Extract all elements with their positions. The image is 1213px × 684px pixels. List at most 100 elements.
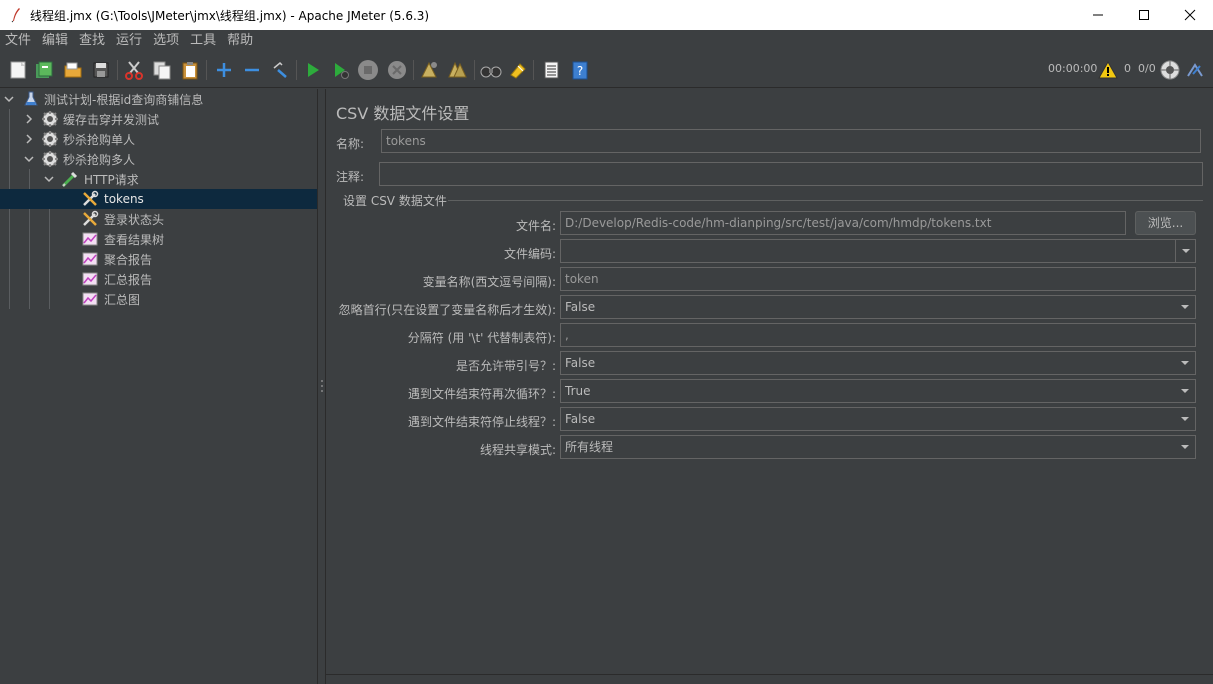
start-no-pauses-icon[interactable] — [330, 59, 352, 81]
tree-node-label: 缓存击穿并发测试 — [63, 112, 160, 127]
ignore-first-line-value: False — [565, 300, 596, 314]
copy-icon[interactable] — [151, 59, 173, 81]
search-icon[interactable] — [480, 59, 502, 81]
expand-all-icon[interactable] — [213, 59, 235, 81]
warning-icon[interactable] — [1097, 59, 1119, 81]
tree-node-csv-data-set[interactable]: tokens — [0, 189, 317, 209]
chevron-down-icon[interactable] — [1175, 352, 1195, 374]
tree-node-thread-group[interactable]: 秒杀抢购多人 — [0, 149, 317, 169]
drag-handle-icon — [321, 379, 323, 393]
elapsed-time: 00:00:00 — [1048, 62, 1098, 75]
cut-icon[interactable] — [123, 59, 145, 81]
ignore-first-line-select[interactable]: False — [560, 295, 1196, 319]
error-count: 0 — [1124, 62, 1131, 75]
test-plan-tree: 测试计划-根据id查询商铺信息 缓存击穿并发测试 秒杀抢购单人 秒杀抢购多人 H… — [0, 89, 317, 684]
csv-data-set-config-panel: CSV 数据文件设置 名称: tokens 注释: 设置 CSV 数据文件 文件… — [326, 89, 1213, 684]
test-plan-flask-icon — [22, 90, 40, 108]
title-bar: 线程组.jmx (G:\Tools\JMeter\jmx\线程组.jmx) - … — [0, 0, 1213, 30]
tree-node-label: 汇总报告 — [104, 272, 153, 287]
menu-tools[interactable]: 工具 — [185, 30, 222, 52]
tree-node-label: 登录状态头 — [104, 212, 165, 227]
chevron-down-icon[interactable] — [1175, 380, 1195, 402]
browse-button[interactable]: 浏览... — [1135, 211, 1196, 235]
sharing-mode-select[interactable]: 所有线程 — [560, 435, 1196, 459]
minimize-icon — [1093, 14, 1103, 16]
remote-status-icon — [1159, 59, 1181, 81]
tree-node-listener[interactable]: 汇总图 — [0, 289, 317, 309]
chevron-down-icon[interactable] — [3, 93, 15, 105]
sampler-pipette-icon — [61, 170, 79, 188]
split-pane-divider[interactable] — [317, 89, 326, 684]
encoding-combobox[interactable] — [560, 239, 1196, 263]
menu-run[interactable]: 运行 — [111, 30, 148, 52]
save-icon[interactable] — [90, 59, 112, 81]
close-button[interactable] — [1167, 0, 1213, 30]
tree-node-thread-group[interactable]: 秒杀抢购单人 — [0, 129, 317, 149]
comment-field[interactable] — [379, 162, 1203, 186]
recycle-eof-select[interactable]: True — [560, 379, 1196, 403]
menu-file[interactable]: 文件 — [0, 30, 37, 52]
start-icon[interactable] — [302, 59, 324, 81]
comment-label: 注释: — [336, 170, 365, 184]
name-field[interactable]: tokens — [381, 129, 1201, 153]
ignore-first-line-label: 忽略首行(只在设置了变量名称后才生效): — [338, 303, 556, 317]
maximize-button[interactable] — [1121, 0, 1167, 30]
reset-search-icon[interactable] — [507, 59, 529, 81]
variable-names-field[interactable]: token — [560, 267, 1196, 291]
horizontal-scrollbar[interactable] — [326, 674, 1213, 684]
chevron-right-icon[interactable] — [23, 133, 35, 145]
config-wrench-icon — [81, 210, 99, 228]
recycle-eof-value: True — [565, 384, 591, 398]
delimiter-label: 分隔符 (用 '\t' 代替制表符): — [407, 331, 556, 345]
chevron-right-icon[interactable] — [23, 113, 35, 125]
tree-node-label: 汇总图 — [104, 292, 141, 307]
menu-edit[interactable]: 编辑 — [37, 30, 74, 52]
stop-thread-eof-label: 遇到文件结束符停止线程？: — [407, 415, 556, 429]
tree-node-listener[interactable]: 查看结果树 — [0, 229, 317, 249]
recycle-eof-label: 遇到文件结束符再次循环？: — [407, 387, 556, 401]
menu-help[interactable]: 帮助 — [222, 30, 259, 52]
chevron-down-icon[interactable] — [1175, 436, 1195, 458]
tree-node-header-manager[interactable]: 登录状态头 — [0, 209, 317, 229]
clear-all-icon[interactable] — [446, 59, 468, 81]
toggle-icon[interactable] — [269, 59, 291, 81]
listener-chart-icon — [81, 270, 99, 288]
log-viewer-icon[interactable] — [1184, 59, 1206, 81]
tree-node-http-request[interactable]: HTTP请求 — [0, 169, 317, 189]
tree-node-listener[interactable]: 聚合报告 — [0, 249, 317, 269]
new-icon[interactable] — [7, 59, 29, 81]
chevron-down-icon[interactable] — [1175, 408, 1195, 430]
chevron-down-icon[interactable] — [43, 173, 55, 185]
listener-chart-icon — [81, 230, 99, 248]
page-title: CSV 数据文件设置 — [336, 104, 470, 123]
jmeter-feather-icon — [8, 7, 24, 23]
shutdown-icon[interactable] — [386, 59, 408, 81]
group-title: 设置 CSV 数据文件 — [343, 194, 447, 208]
clear-icon[interactable] — [418, 59, 440, 81]
filename-field[interactable]: D:/Develop/Redis-code/hm-dianping/src/te… — [560, 211, 1126, 235]
chevron-down-icon[interactable] — [1175, 296, 1195, 318]
stop-thread-eof-select[interactable]: False — [560, 407, 1196, 431]
menu-options[interactable]: 选项 — [148, 30, 185, 52]
minimize-button[interactable] — [1075, 0, 1121, 30]
help-icon[interactable]: ? — [569, 59, 591, 81]
active-threads: 0/0 — [1138, 62, 1156, 75]
tree-node-test-plan[interactable]: 测试计划-根据id查询商铺信息 — [0, 89, 317, 109]
tree-node-thread-group[interactable]: 缓存击穿并发测试 — [0, 109, 317, 129]
chevron-down-icon[interactable] — [1175, 240, 1195, 262]
config-wrench-icon — [81, 190, 99, 208]
stop-icon[interactable] — [357, 59, 379, 81]
tree-node-label: 秒杀抢购多人 — [63, 152, 136, 167]
menu-search[interactable]: 查找 — [74, 30, 111, 52]
collapse-all-icon[interactable] — [241, 59, 263, 81]
open-icon[interactable] — [62, 59, 84, 81]
templates-icon[interactable] — [33, 59, 55, 81]
chevron-down-icon[interactable] — [23, 153, 35, 165]
allow-quoted-select[interactable]: False — [560, 351, 1196, 375]
toolbar: ? 00:00:00 0 0/0 — [0, 52, 1213, 88]
tree-node-label: 聚合报告 — [104, 252, 153, 267]
paste-icon[interactable] — [179, 59, 201, 81]
function-helper-icon[interactable] — [540, 59, 562, 81]
tree-node-listener[interactable]: 汇总报告 — [0, 269, 317, 289]
delimiter-field[interactable]: , — [560, 323, 1196, 347]
